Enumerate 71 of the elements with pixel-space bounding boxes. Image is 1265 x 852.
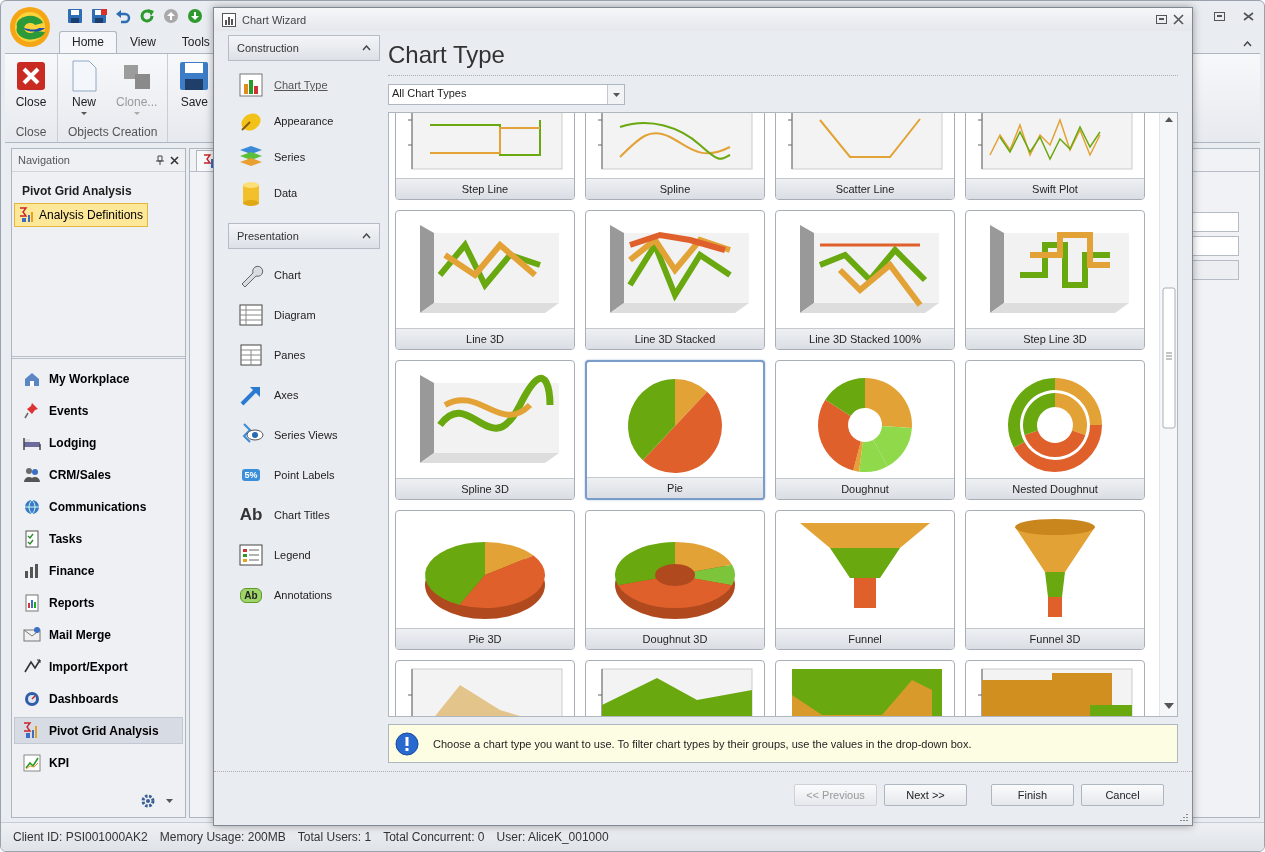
group-header[interactable]: Construction (228, 35, 380, 62)
chart-type-tile[interactable]: Pie 3D (395, 510, 575, 651)
page-title: Chart Type (388, 35, 1178, 77)
wizard-nav-item[interactable]: Data (238, 175, 380, 212)
module-item[interactable]: My Workplace (14, 365, 183, 392)
dialog-button[interactable]: Next >> (884, 784, 967, 807)
chart-type-tile[interactable]: Spline 3D (395, 360, 575, 501)
wizard-nav-item[interactable]: Series (238, 139, 380, 176)
module-item[interactable]: Import/Export (14, 653, 183, 680)
wizard-nav-item[interactable]: Legend (238, 535, 380, 576)
wizard-nav-item[interactable]: Chart (238, 255, 380, 296)
wizard-nav-item[interactable]: Series Views (238, 415, 380, 456)
module-item[interactable]: Finance (14, 557, 183, 584)
icon-label: Ab (239, 505, 263, 526)
group-label: Objects Creation (67, 124, 159, 141)
chart-type-tile[interactable]: Scatter Line (775, 113, 955, 201)
status-text: Client ID: PSI001000AK2 (13, 830, 148, 844)
chart-type-tile[interactable]: Step Line 3D (965, 210, 1145, 351)
chart-type-tile[interactable]: Pie (585, 360, 765, 501)
group-header[interactable]: Presentation (228, 223, 380, 250)
chart-type-tile[interactable]: Line 3D (395, 210, 575, 351)
module-item[interactable]: CRM/Sales (14, 461, 183, 488)
module-item[interactable]: Events (14, 397, 183, 424)
module-item[interactable]: Communications (14, 493, 183, 520)
group-title: Presentation (237, 230, 299, 243)
ribbon-tab[interactable]: Tools (168, 31, 223, 53)
chart-type-tile[interactable]: Funnel (775, 510, 955, 651)
wizard-nav-item[interactable]: Chart Type (238, 67, 380, 104)
module-item[interactable]: Reports (14, 589, 183, 616)
status-text: Memory Usage: 200MB (159, 830, 286, 844)
filter-dropdown[interactable]: All Chart Types (388, 84, 625, 106)
status-text: User: AliceK_001000 (496, 830, 609, 844)
window-title: Chart Wizard (242, 13, 308, 26)
icon-label: Ab (240, 587, 262, 603)
module-item[interactable]: Dashboards (14, 685, 183, 712)
module-item[interactable]: Lodging (14, 429, 183, 456)
ribbon-tab[interactable]: Home (59, 31, 117, 53)
wizard-nav-item[interactable]: Appearance (238, 103, 380, 140)
module-item[interactable]: Tasks (14, 525, 183, 552)
new-button[interactable]: New (62, 58, 106, 123)
section-title: Pivot Grid Analysis (21, 183, 133, 200)
group-label: Close (14, 124, 48, 141)
wizard-nav-item[interactable]: Panes (238, 335, 380, 376)
ribbon-tab[interactable]: View (117, 31, 169, 53)
close-button[interactable]: Close (9, 58, 53, 123)
module-item[interactable]: Mail Merge (14, 621, 183, 648)
group-title: Construction (237, 42, 299, 55)
status-text: Total Users: 1 (297, 830, 372, 844)
chart-type-tile[interactable]: Spline (585, 113, 765, 201)
chart-type-tile[interactable]: Line 3D Stacked 100% (775, 210, 955, 351)
chart-type-tile[interactable]: Swift Plot (965, 113, 1145, 201)
wizard-nav-item[interactable]: Diagram (238, 295, 380, 336)
nav-item[interactable]: Analysis Definitions (14, 203, 149, 227)
module-item[interactable]: KPI (14, 749, 183, 776)
icon-label: 5% (242, 469, 260, 482)
wizard-nav-item[interactable]: Ab Chart Titles (238, 495, 380, 536)
panel-title: Navigation (18, 154, 71, 166)
dialog-button[interactable]: Cancel (1081, 784, 1164, 807)
chart-type-tile[interactable]: Doughnut 3D (585, 510, 765, 651)
chart-type-tile[interactable]: Line 3D Stacked (585, 210, 765, 351)
wizard-nav-item[interactable]: Ab Annotations (238, 575, 380, 616)
module-item[interactable]: Pivot Grid Analysis (14, 717, 183, 744)
dialog-button[interactable]: Finish (991, 784, 1074, 807)
info-text: Choose a chart type you want to use. To filter chart types by their groups, use the values in the drop-down box. (433, 737, 972, 750)
chart-type-tile[interactable]: Doughnut (775, 360, 955, 501)
wizard-nav-item[interactable]: Axes (238, 375, 380, 416)
chart-type-tile[interactable]: Nested Doughnut (965, 360, 1145, 501)
wizard-nav-item[interactable]: 5% Point Labels (238, 455, 380, 496)
status-text: Total Concurrent: 0 (383, 830, 485, 844)
chart-type-tile[interactable]: Funnel 3D (965, 510, 1145, 651)
chart-type-tile[interactable]: Step Line (395, 113, 575, 201)
